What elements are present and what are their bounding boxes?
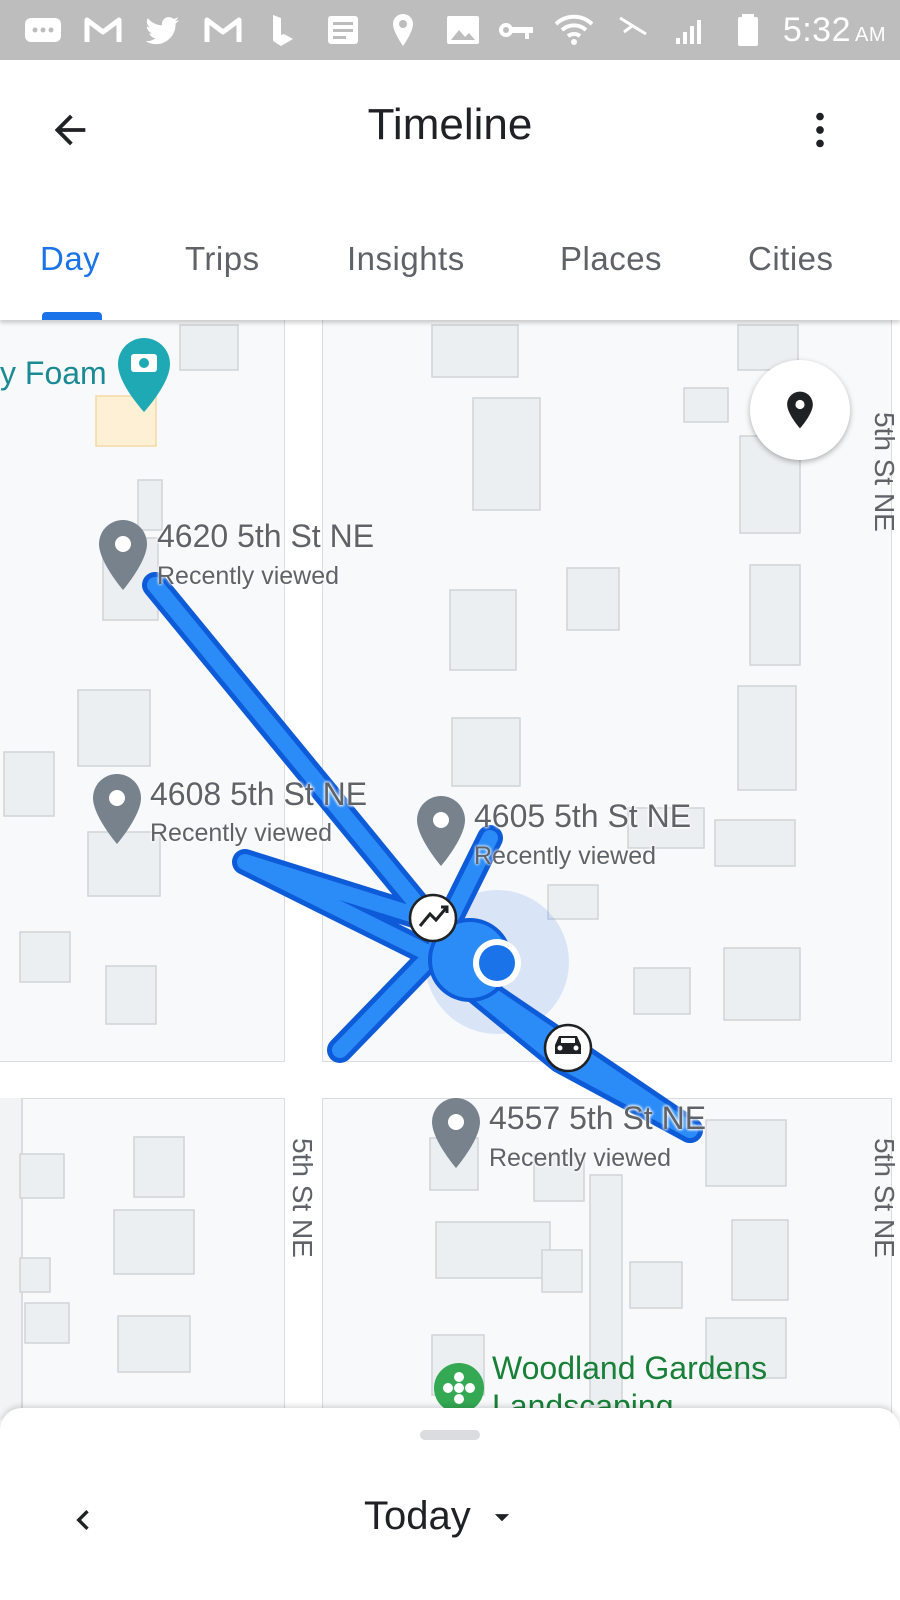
drag-handle[interactable] bbox=[420, 1430, 480, 1440]
arrow-drop-down-icon bbox=[494, 1513, 509, 1521]
chevron-left-icon bbox=[76, 1510, 89, 1530]
map-view[interactable]: y Foam 4620 5th St NE Recently viewed 46… bbox=[0, 320, 900, 1420]
gmail-icon bbox=[200, 10, 246, 50]
page-title: Timeline bbox=[367, 100, 533, 149]
more-vert-icon bbox=[816, 112, 824, 148]
wifi-icon bbox=[551, 10, 597, 50]
app-bar: Timeline bbox=[0, 60, 900, 200]
place-status-4608: Recently viewed bbox=[150, 819, 333, 847]
tab-bar: Day Trips Insights Places Cities bbox=[0, 200, 900, 320]
street-label-edge-top: 5th St NE bbox=[869, 412, 900, 532]
place-pin-icon bbox=[787, 391, 813, 429]
tab-insights[interactable]: Insights bbox=[347, 240, 465, 278]
location-icon bbox=[380, 10, 426, 50]
place-status-4605: Recently viewed bbox=[474, 842, 657, 870]
place-name-4620[interactable]: 4620 5th St NE bbox=[157, 518, 374, 554]
status-bar: 5:32 AM bbox=[0, 0, 900, 60]
tab-trips[interactable]: Trips bbox=[185, 240, 260, 278]
previous-day-button[interactable] bbox=[58, 1490, 108, 1550]
activity-trending-icon[interactable] bbox=[408, 893, 458, 943]
tab-cities[interactable]: Cities bbox=[748, 240, 834, 278]
poi-label-park[interactable]: Woodland Gardens bbox=[492, 1350, 767, 1387]
signal-icon bbox=[667, 10, 713, 50]
tab-places[interactable]: Places bbox=[560, 240, 662, 278]
day-label: Today bbox=[364, 1494, 471, 1538]
place-name-4605[interactable]: 4605 5th St NE bbox=[474, 798, 691, 834]
map-canvas bbox=[0, 320, 900, 1420]
twitter-icon bbox=[140, 10, 186, 50]
bottom-sheet[interactable]: Today bbox=[0, 1408, 900, 1600]
tab-indicator bbox=[42, 312, 102, 320]
tab-day[interactable]: Day bbox=[40, 240, 100, 278]
poi-label[interactable]: y Foam bbox=[0, 355, 107, 392]
street-label-edge-bottom: 5th St NE bbox=[869, 1138, 900, 1258]
place-status-4620: Recently viewed bbox=[157, 562, 340, 590]
airplane-icon bbox=[609, 10, 655, 50]
day-picker-button[interactable]: Today bbox=[364, 1494, 519, 1539]
more-options-button[interactable] bbox=[790, 100, 850, 160]
place-name-4557[interactable]: 4557 5th St NE bbox=[489, 1100, 706, 1136]
vpn-key-icon bbox=[493, 10, 539, 50]
street-label: 5th St NE bbox=[287, 1138, 318, 1258]
battery-icon bbox=[725, 10, 771, 50]
messages-icon bbox=[20, 10, 66, 50]
clock: 5:32 AM bbox=[782, 10, 886, 49]
news-icon bbox=[320, 10, 366, 50]
park-icon[interactable] bbox=[434, 1363, 484, 1413]
car-icon[interactable] bbox=[543, 1023, 593, 1073]
image-icon bbox=[440, 10, 486, 50]
place-status-4557: Recently viewed bbox=[489, 1144, 672, 1172]
bing-icon bbox=[260, 10, 306, 50]
place-name-4608[interactable]: 4608 5th St NE bbox=[150, 776, 367, 812]
gmail-icon bbox=[80, 10, 126, 50]
my-places-button[interactable] bbox=[750, 360, 850, 460]
